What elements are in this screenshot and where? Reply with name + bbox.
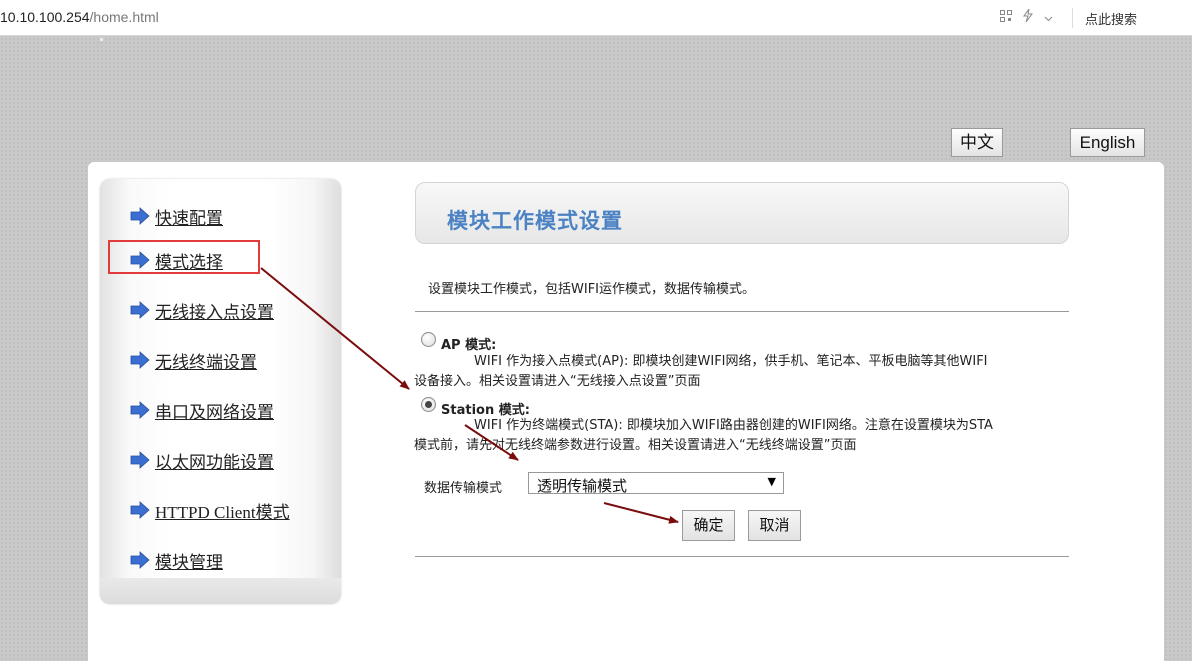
ap-mode-desc-line2: 设备接入。相关设置请进入“无线接入点设置”页面 [414, 374, 701, 389]
sidebar-item-label: HTTPD Client模式 [155, 502, 290, 522]
annotation-highlight-box [108, 240, 260, 274]
address-bar-icons [1000, 8, 1060, 25]
qr-code-icon[interactable] [1000, 10, 1012, 25]
ap-mode-title: AP 模式: [441, 338, 497, 353]
sidebar-item-label: 无线终端设置 [155, 352, 257, 372]
confirm-button[interactable]: 确定 [682, 510, 735, 541]
ap-mode-desc-line1: WIFI 作为接入点模式(AP): 即模块创建WIFI网络，供手机、笔记本、平板… [474, 354, 988, 369]
divider [415, 556, 1069, 557]
divider [415, 311, 1069, 312]
transfer-mode-value: 透明传输模式 [537, 477, 628, 495]
station-mode-desc-line1: WIFI 作为终端模式(STA): 即模块加入WIFI路由器创建的WIFI网络。… [474, 418, 993, 433]
sidebar-item-label: 快速配置 [155, 208, 223, 228]
station-mode-radio[interactable] [421, 397, 436, 412]
sidebar-item-label: 无线接入点设置 [155, 302, 274, 322]
section-description: 设置模块工作模式，包括WIFI运作模式，数据传输模式。 [428, 282, 755, 297]
transfer-mode-label: 数据传输模式 [424, 481, 503, 496]
dropdown-arrow-icon: ▼ [767, 475, 776, 488]
transfer-mode-select[interactable]: 透明传输模式 ▼ [528, 472, 784, 495]
sidebar-item-label: 以太网功能设置 [155, 452, 274, 472]
address-bar[interactable]: 10.10.100.254/home.html 点此搜索 [0, 0, 1192, 36]
sidebar-item-quick-config[interactable]: 快速配置 [130, 203, 223, 229]
sidebar-item-ethernet[interactable]: 以太网功能设置 [130, 447, 274, 473]
address-bar-divider [1072, 8, 1073, 28]
page-title: 模块工作模式设置 [447, 209, 623, 233]
chevron-down-icon[interactable] [1044, 11, 1053, 25]
arrow-right-icon [130, 351, 150, 369]
sidebar-item-serial-network[interactable]: 串口及网络设置 [130, 397, 274, 423]
ap-mode-radio[interactable] [421, 332, 436, 347]
arrow-right-icon [130, 207, 150, 225]
section-header: 模块工作模式设置 [415, 182, 1069, 244]
search-link[interactable]: 点此搜索 [1085, 9, 1137, 28]
arrow-right-icon [130, 301, 150, 319]
station-mode-desc-line2: 模式前，请先对无线终端参数进行设置。相关设置请进入“无线终端设置”页面 [414, 438, 857, 453]
url-path: /home.html [89, 9, 159, 25]
sidebar-item-label: 模块管理 [155, 552, 223, 572]
sidebar-item-label: 串口及网络设置 [155, 402, 274, 422]
arrow-right-icon [130, 501, 150, 519]
sidebar-item-module-manage[interactable]: 模块管理 [130, 547, 223, 573]
arrow-right-icon [130, 401, 150, 419]
sidebar-item-httpd-client[interactable]: HTTPD Client模式 [130, 497, 290, 523]
url-field[interactable]: 10.10.100.254/home.html [0, 9, 159, 25]
lightning-icon[interactable] [1022, 8, 1033, 25]
sidebar-item-sta-settings[interactable]: 无线终端设置 [130, 347, 257, 373]
sidebar-footer [100, 578, 341, 604]
page-corner-marker [100, 38, 103, 41]
cancel-button[interactable]: 取消 [748, 510, 801, 541]
arrow-right-icon [130, 551, 150, 569]
radio-selected-dot [425, 401, 432, 408]
arrow-right-icon [130, 451, 150, 469]
sidebar-item-ap-settings[interactable]: 无线接入点设置 [130, 297, 274, 323]
chinese-language-button[interactable]: 中文 [951, 128, 1003, 157]
url-host: 10.10.100.254 [0, 9, 90, 25]
english-language-button[interactable]: English [1070, 128, 1145, 157]
